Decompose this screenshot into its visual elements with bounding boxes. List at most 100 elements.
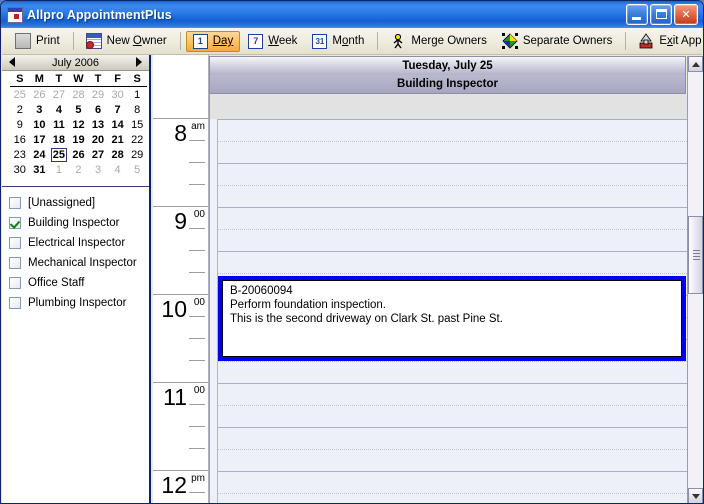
- calendar-day-cell-selected[interactable]: 25: [49, 147, 69, 162]
- calendar-day-cell[interactable]: 3: [30, 102, 50, 117]
- calendar-day-cell[interactable]: 6: [88, 102, 108, 117]
- scroll-up-button[interactable]: [688, 56, 703, 72]
- calendar-day-cell[interactable]: 30: [108, 87, 128, 103]
- calendar-day-cell[interactable]: 29: [127, 147, 147, 162]
- grid-quarter-line: [218, 273, 687, 274]
- calendar-day-cell[interactable]: 24: [30, 147, 50, 162]
- scrollbar-thumb[interactable]: [688, 216, 703, 294]
- owner-checkbox-building-inspector[interactable]: [9, 217, 21, 229]
- calendar-day-cell[interactable]: 5: [127, 162, 147, 177]
- hour-slot-9am[interactable]: 9 00: [153, 206, 208, 294]
- toolbar-day-label: Day: [212, 35, 234, 47]
- calendar-day-cell[interactable]: 21: [108, 132, 128, 147]
- owner-list-item[interactable]: Electrical Inspector: [2, 233, 149, 253]
- calendar-prev-month-icon[interactable]: [9, 57, 15, 67]
- grid-quarter-line: [218, 361, 687, 362]
- scrollbar-grip-icon: [693, 250, 700, 260]
- owner-checkbox-electrical-inspector[interactable]: [9, 237, 21, 249]
- owner-list-item[interactable]: Office Staff: [2, 273, 149, 293]
- calendar-day-cell[interactable]: 28: [69, 87, 89, 103]
- calendar-day-cell[interactable]: 26: [30, 87, 50, 103]
- calendar-day-cell[interactable]: 12: [69, 117, 89, 132]
- owner-checkbox-plumbing-inspector[interactable]: [9, 297, 21, 309]
- calendar-day-cell[interactable]: 15: [127, 117, 147, 132]
- calendar-day-cell[interactable]: 5: [69, 102, 89, 117]
- calendar-weekday: W: [68, 72, 89, 87]
- calendar-day-cell[interactable]: 13: [88, 117, 108, 132]
- calendar-day-cell[interactable]: 7: [108, 102, 128, 117]
- minimize-button[interactable]: [626, 4, 648, 25]
- hour-slot-10am[interactable]: 10 00: [153, 294, 208, 382]
- calendar-day-cell[interactable]: 17: [30, 132, 50, 147]
- quarter-tick: [189, 272, 205, 273]
- toolbar-print-button[interactable]: Print: [8, 31, 67, 52]
- owner-checkbox-office-staff[interactable]: [9, 277, 21, 289]
- calendar-day-cell[interactable]: 31: [30, 162, 50, 177]
- toolbar-week-button[interactable]: 7 Week: [241, 31, 304, 52]
- maximize-button[interactable]: [650, 4, 672, 25]
- toolbar-merge-owners-button[interactable]: Merge Owners: [383, 31, 493, 52]
- calendar-day-cell[interactable]: 27: [88, 147, 108, 162]
- owner-list-item[interactable]: Building Inspector: [2, 213, 149, 233]
- grid-hour-line: [218, 119, 687, 120]
- hour-suffix: 00: [193, 385, 205, 396]
- calendar-day-cell[interactable]: 2: [10, 102, 30, 117]
- owner-list-item[interactable]: Plumbing Inspector: [2, 293, 149, 313]
- quarter-tick: [189, 426, 205, 427]
- toolbar-separator: [72, 32, 74, 50]
- calendar-app-icon: [7, 6, 23, 23]
- vertical-scrollbar[interactable]: [687, 56, 703, 503]
- toolbar-month-button[interactable]: 31 Month: [305, 31, 371, 52]
- hour-slot-12pm[interactable]: 12 pm: [153, 470, 208, 503]
- calendar-day-cell[interactable]: 26: [69, 147, 89, 162]
- calendar-day-cell[interactable]: 28: [108, 147, 128, 162]
- calendar-day-cell[interactable]: 10: [30, 117, 50, 132]
- toolbar-separate-owners-button[interactable]: Separate Owners: [495, 31, 620, 52]
- title-bar[interactable]: Allpro AppointmentPlus ✕: [1, 1, 703, 28]
- hour-slot-8am[interactable]: 8 am: [153, 118, 208, 206]
- calendar-day-cell[interactable]: 29: [88, 87, 108, 103]
- hour-slot-11am[interactable]: 11 00: [153, 382, 208, 470]
- main-toolbar: Print New Owner 1 Day 7 Week 31 Month Me…: [2, 28, 702, 55]
- toolbar-new-owner-button[interactable]: New Owner: [79, 31, 174, 52]
- calendar-day-cell[interactable]: 27: [49, 87, 69, 103]
- calendar-day-cell[interactable]: 2: [69, 162, 89, 177]
- calendar-next-month-icon[interactable]: [136, 57, 142, 67]
- hour-suffix: 00: [193, 209, 205, 220]
- calendar-day-cell[interactable]: 1: [127, 87, 147, 103]
- calendar-day-cell[interactable]: 1: [49, 162, 69, 177]
- calendar-day-cell[interactable]: 14: [108, 117, 128, 132]
- calendar-day-cell[interactable]: 4: [108, 162, 128, 177]
- calendar-weekday: T: [88, 72, 108, 87]
- calendar-day-cell[interactable]: 16: [10, 132, 30, 147]
- calendar-day-cell[interactable]: 18: [49, 132, 69, 147]
- owner-list-item[interactable]: Mechanical Inspector: [2, 253, 149, 273]
- calendar-day-cell[interactable]: 11: [49, 117, 69, 132]
- appointment-block[interactable]: B-20060094 Perform foundation inspection…: [218, 276, 686, 361]
- grid-half-line: [218, 163, 687, 164]
- appointment-grid[interactable]: B-20060094 Perform foundation inspection…: [209, 94, 687, 503]
- calendar-day-cell[interactable]: 9: [10, 117, 30, 132]
- maximize-icon: [656, 9, 667, 19]
- grid-quarter-line: [218, 141, 687, 142]
- calendar-day-cell[interactable]: 3: [88, 162, 108, 177]
- toolbar-new-owner-label: New Owner: [106, 35, 167, 47]
- calendar-day-cell[interactable]: 22: [127, 132, 147, 147]
- calendar-day-cell[interactable]: 23: [10, 147, 30, 162]
- hour-number: 12: [161, 472, 187, 498]
- owner-list-item[interactable]: [Unassigned]: [2, 193, 149, 213]
- owner-checkbox-mechanical-inspector[interactable]: [9, 257, 21, 269]
- calendar-day-cell[interactable]: 25: [10, 87, 30, 103]
- toolbar-exit-button[interactable]: Exit AppointmentPlus: [631, 31, 702, 52]
- toolbar-day-button[interactable]: 1 Day: [185, 30, 241, 52]
- owner-checkbox-unassigned[interactable]: [9, 197, 21, 209]
- calendar-day-cell[interactable]: 19: [69, 132, 89, 147]
- close-button[interactable]: ✕: [674, 4, 698, 25]
- grid-top-gap: [210, 94, 687, 119]
- calendar-day-cell[interactable]: 4: [49, 102, 69, 117]
- calendar-day-cell[interactable]: 30: [10, 162, 30, 177]
- scroll-down-button[interactable]: [688, 488, 703, 503]
- calendar-day-cell[interactable]: 8: [127, 102, 147, 117]
- calendar-day-cell[interactable]: 20: [88, 132, 108, 147]
- toolbar-separator: [179, 32, 181, 50]
